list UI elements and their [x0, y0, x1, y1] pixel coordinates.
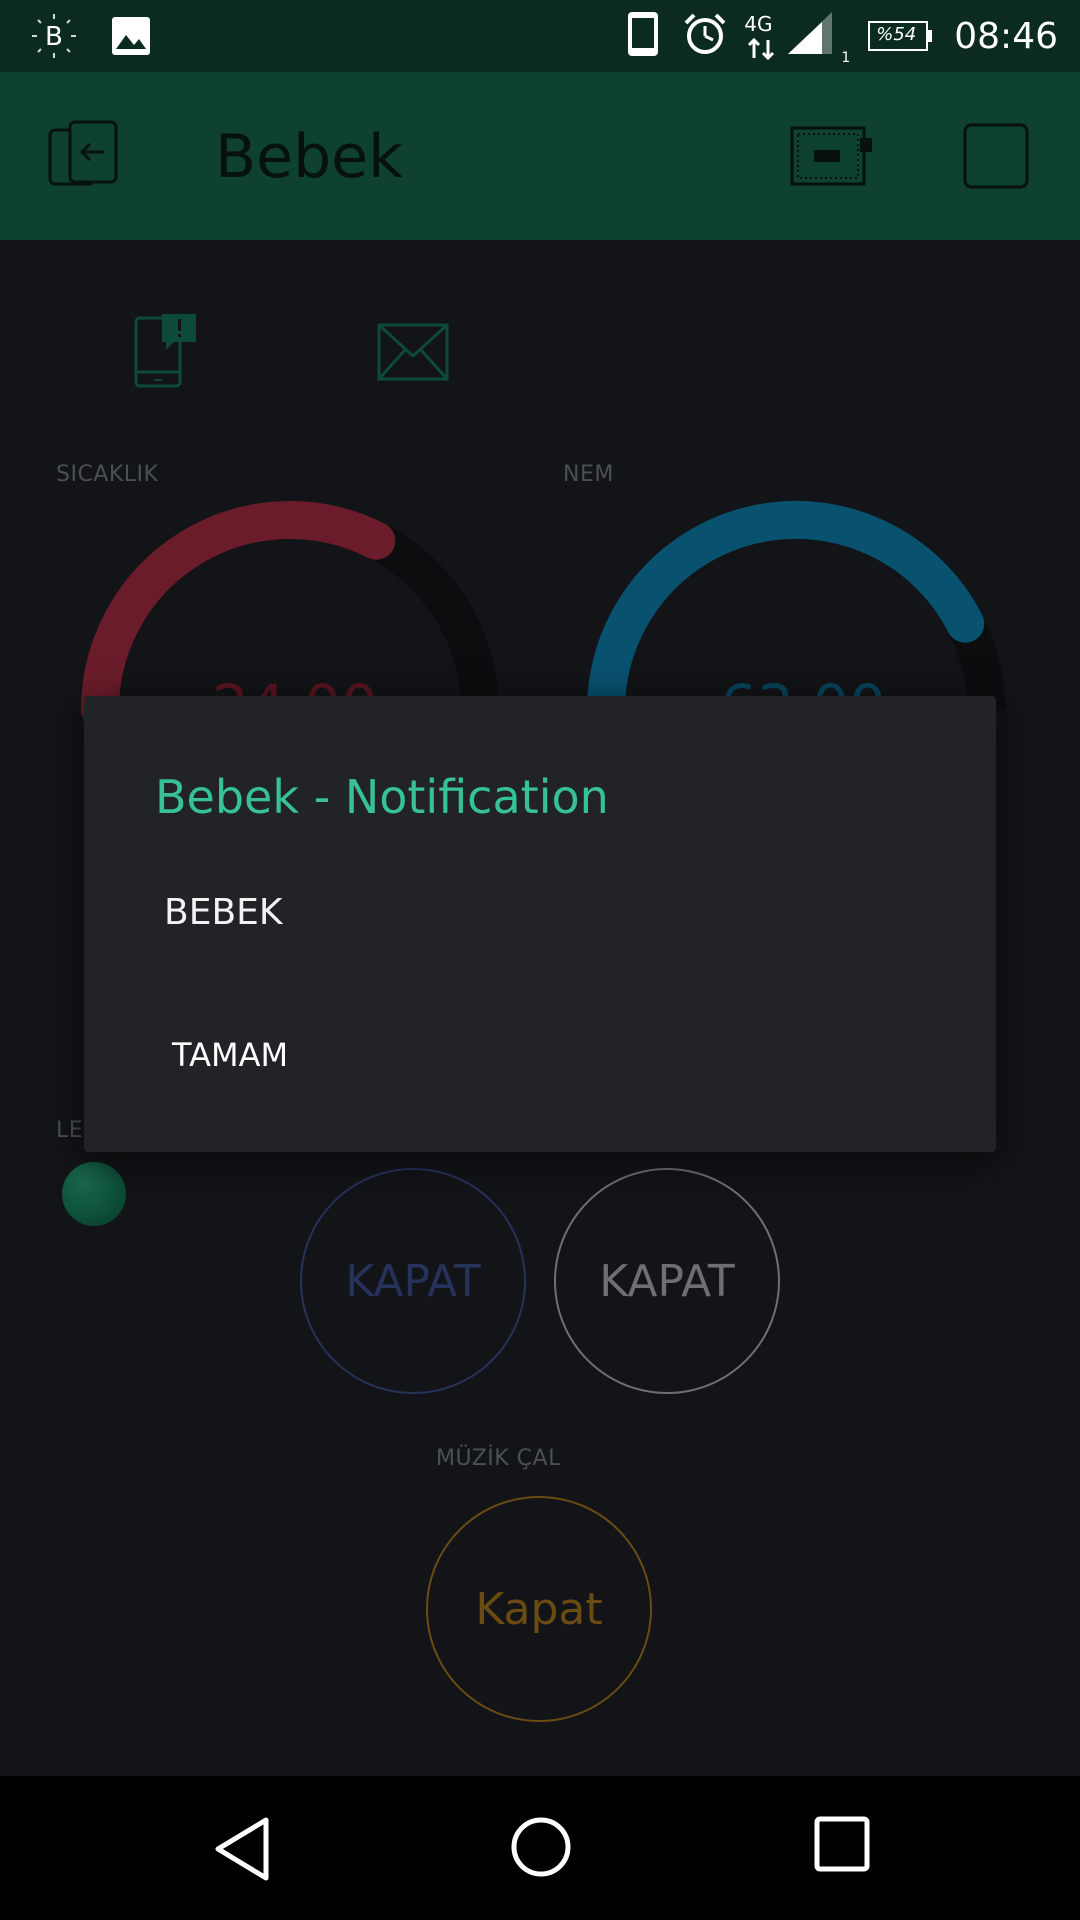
recents-square-icon[interactable] [812, 1814, 872, 1878]
music-close-button[interactable]: Kapat [426, 1496, 652, 1722]
back-triangle-icon[interactable] [212, 1814, 272, 1888]
image-icon [110, 15, 152, 61]
status-right-icons: 4G 1 %54 08:46 [626, 0, 1080, 72]
page-title: Bebek [215, 122, 403, 192]
led-label: LE [56, 1118, 84, 1143]
close-button-blue[interactable]: KAPAT [300, 1168, 526, 1394]
music-play-label: MÜZİK ÇAL [436, 1446, 561, 1471]
battery-percent: %54 [876, 24, 917, 45]
gauge-temperature-label: SICAKLIK [56, 462, 159, 487]
phone-icon [626, 10, 660, 62]
home-circle-icon[interactable] [508, 1814, 574, 1884]
network-4g-icon: 4G [742, 10, 782, 62]
notification-phone-icon[interactable] [130, 310, 200, 394]
device-board-icon[interactable] [790, 124, 874, 192]
svg-text:B: B [45, 22, 63, 52]
notification-dialog: Bebek - Notification BEBEK TAMAM [84, 696, 996, 1152]
status-left-icons: B [24, 12, 152, 64]
battery-icon: %54 [868, 19, 934, 53]
alarm-icon [682, 11, 728, 61]
email-icon[interactable] [376, 322, 450, 386]
dialog-message: BEBEK [164, 892, 283, 933]
sim-slot-label: 1 [841, 50, 851, 66]
dialog-title: Bebek - Notification [155, 770, 609, 824]
dialog-ok-button[interactable]: TAMAM [172, 1036, 288, 1074]
status-bar: B 4G 1 %54 08:46 [0, 0, 1080, 72]
clock: 08:46 [954, 15, 1058, 57]
led-indicator [62, 1162, 126, 1226]
signal-icon: 1 [786, 10, 850, 66]
blynk-b-icon: B [24, 12, 84, 64]
gauge-humidity-label: NEM [563, 462, 614, 487]
stop-square-icon[interactable] [962, 122, 1030, 194]
system-nav-bar [0, 1776, 1080, 1920]
app-toolbar: Bebek [0, 72, 1080, 240]
close-button-grey[interactable]: KAPAT [554, 1168, 780, 1394]
exit-project-icon[interactable] [46, 120, 120, 198]
